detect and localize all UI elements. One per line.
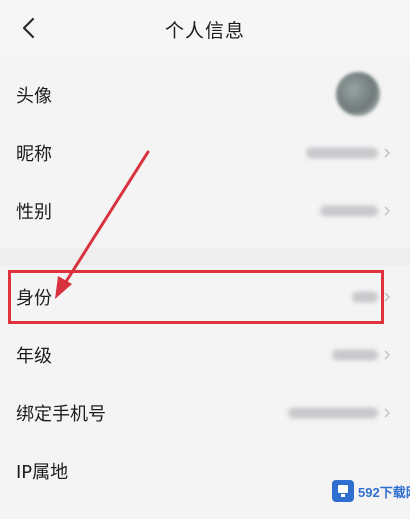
- row-grade[interactable]: 年级: [0, 326, 410, 384]
- avatar[interactable]: [336, 72, 380, 116]
- row-phone[interactable]: 绑定手机号: [0, 384, 410, 442]
- watermark-text: 592下载网: [358, 484, 410, 500]
- grade-value-blurred: [332, 349, 378, 361]
- highlight-box: [8, 270, 384, 324]
- row-label-grade: 年级: [16, 346, 52, 367]
- chevron-right-icon: [384, 408, 391, 418]
- watermark-logo-icon: [332, 480, 354, 502]
- row-label-phone: 绑定手机号: [16, 404, 106, 425]
- page-title: 个人信息: [164, 20, 245, 42]
- phone-value-blurred: [288, 407, 378, 419]
- row-nickname[interactable]: 昵称: [0, 124, 410, 182]
- watermark: 592下载网: [332, 477, 410, 505]
- row-label-nickname: 昵称: [16, 144, 52, 165]
- row-label-ip-location: IP属地: [16, 462, 69, 483]
- row-label-avatar: 头像: [16, 86, 52, 107]
- gender-value-blurred: [320, 205, 378, 217]
- top-bar: 个人信息: [0, 0, 410, 58]
- chevron-right-icon: [384, 350, 391, 360]
- chevron-right-icon: [384, 206, 391, 216]
- row-label-gender: 性别: [16, 202, 52, 223]
- row-gender[interactable]: 性别: [0, 182, 410, 240]
- section-divider: [0, 248, 410, 266]
- chevron-right-icon: [384, 148, 391, 158]
- nickname-value-blurred: [306, 147, 378, 159]
